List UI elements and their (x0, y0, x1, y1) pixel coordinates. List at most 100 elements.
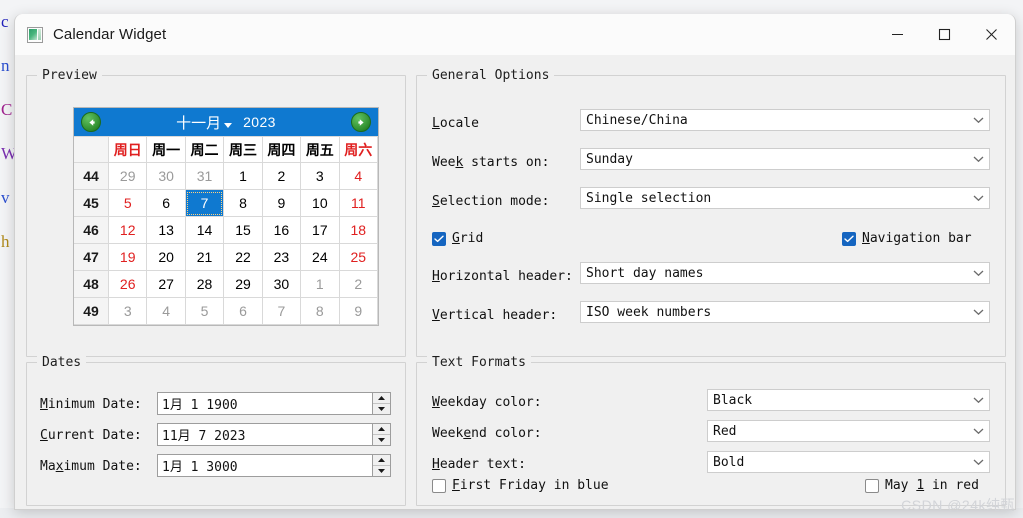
current-date-stepper[interactable] (372, 423, 391, 446)
selection-mode-dropdown[interactable]: Single selection (580, 187, 990, 209)
close-button[interactable] (968, 14, 1015, 55)
calendar-day-cell[interactable]: 1 (223, 162, 263, 190)
calendar-day-cell[interactable]: 16 (261, 216, 302, 244)
next-month-button[interactable] (351, 112, 371, 132)
maximum-date-spinbox[interactable]: 1月 1 3000 (157, 454, 391, 477)
calendar-day-cell[interactable]: 6 (146, 189, 186, 217)
calendar-day-cell[interactable]: 15 (223, 216, 263, 244)
current-date-step-down[interactable] (373, 435, 390, 445)
calendar-month-label[interactable]: 十一月 (176, 112, 221, 133)
calendar-day-cell[interactable]: 5 (184, 297, 225, 325)
caret-up-icon (378, 396, 385, 400)
calendar-day-cell[interactable]: 9 (338, 297, 379, 325)
calendar-day-cell[interactable]: 22 (223, 243, 263, 271)
calendar-day-cell[interactable]: 9 (261, 189, 302, 217)
calendar-day-cell[interactable]: 27 (146, 270, 186, 298)
minimum-date-value[interactable]: 1月 1 1900 (157, 392, 372, 415)
grid-checkbox[interactable]: Grid (432, 231, 483, 246)
calendar-week-row: 49 3 4 5 6 7 8 9 (74, 297, 379, 325)
maximum-date-step-down[interactable] (373, 466, 390, 476)
calendar-day-cell[interactable]: 4 (146, 297, 186, 325)
calendar-day-cell[interactable]: 30 (261, 270, 302, 298)
calendar-day-cell[interactable]: 14 (184, 216, 225, 244)
weekend-color-dropdown[interactable]: Red (707, 420, 990, 442)
calendar-day-cell[interactable]: 23 (261, 243, 302, 271)
general-options-group-title: General Options (427, 67, 555, 84)
caret-up-icon (378, 458, 385, 462)
header-text-dropdown[interactable]: Bold (707, 451, 990, 473)
calendar-day-cell[interactable]: 11 (338, 189, 379, 217)
calendar-day-cell[interactable]: 5 (107, 189, 148, 217)
current-date-step-up[interactable] (373, 424, 390, 435)
calendar-day-cell[interactable]: 31 (184, 162, 225, 190)
calendar-day-cell[interactable]: 8 (223, 189, 263, 217)
locale-dropdown[interactable]: Chinese/China (580, 109, 990, 131)
maximize-button[interactable] (921, 14, 968, 55)
calendar-day-cell[interactable]: 3 (107, 297, 148, 325)
current-date-value[interactable]: 11月 7 2023 (157, 423, 372, 446)
checkbox-checked-icon (432, 231, 446, 246)
calendar-day-cell[interactable]: 28 (184, 270, 225, 298)
title-bar[interactable]: Calendar Widget (15, 14, 1015, 56)
calendar-widget-window: Calendar Widget Preview 十一月 2023 周日 周一 周… (14, 14, 1016, 510)
calendar-day-cell[interactable]: 29 (223, 270, 263, 298)
first-friday-checkbox[interactable]: First Friday in blue (432, 478, 609, 493)
calendar-day-cell[interactable]: 20 (146, 243, 186, 271)
week-number-cell[interactable]: 45 (74, 189, 109, 217)
maximum-date-value[interactable]: 1月 1 3000 (157, 454, 372, 477)
calendar-preview[interactable]: 十一月 2023 周日 周一 周二 周三 周四 周五 周六 44 29 30 31 1 2 3 4 45 5 6… (73, 107, 379, 326)
calendar-day-cell[interactable]: 13 (146, 216, 186, 244)
maximum-date-step-up[interactable] (373, 455, 390, 466)
navigation-bar-checkbox[interactable]: Navigation bar (842, 231, 972, 246)
calendar-day-cell[interactable]: 24 (300, 243, 340, 271)
calendar-day-cell[interactable]: 2 (338, 270, 379, 298)
calendar-day-cell[interactable]: 18 (338, 216, 379, 244)
minimum-date-spinbox[interactable]: 1月 1 1900 (157, 392, 391, 415)
calendar-day-cell[interactable]: 17 (300, 216, 340, 244)
maximum-date-stepper[interactable] (372, 454, 391, 477)
current-date-spinbox[interactable]: 11月 7 2023 (157, 423, 391, 446)
calendar-day-cell[interactable]: 7 (261, 297, 302, 325)
week-number-cell[interactable]: 47 (74, 243, 109, 271)
chevron-down-icon (967, 427, 989, 435)
vertical-header-dropdown[interactable]: ISO week numbers (580, 301, 990, 323)
calendar-day-cell[interactable]: 25 (338, 243, 379, 271)
week-number-cell[interactable]: 48 (74, 270, 109, 298)
calendar-day-cell[interactable]: 26 (107, 270, 148, 298)
calendar-month-year: 十一月 2023 (176, 112, 276, 133)
chevron-down-icon (967, 396, 989, 404)
minimum-date-step-up[interactable] (373, 393, 390, 404)
calendar-day-cell[interactable]: 30 (146, 162, 186, 190)
horizontal-header-dropdown[interactable]: Short day names (580, 262, 990, 284)
chevron-down-icon[interactable] (224, 123, 233, 128)
calendar-day-header: 周日 (107, 136, 148, 163)
calendar-day-cell[interactable]: 3 (300, 162, 340, 190)
calendar-day-cell[interactable]: 4 (338, 162, 379, 190)
calendar-year-label[interactable]: 2023 (243, 114, 276, 130)
may-first-checkbox[interactable]: May 1 in red (865, 478, 979, 493)
week-number-cell[interactable]: 46 (74, 216, 109, 244)
minimum-date-step-down[interactable] (373, 404, 390, 414)
previous-month-button[interactable] (81, 112, 101, 132)
calendar-day-cell[interactable]: 2 (261, 162, 302, 190)
week-number-cell[interactable]: 49 (74, 297, 109, 325)
calendar-day-cell[interactable]: 6 (223, 297, 263, 325)
calendar-day-cell[interactable]: 21 (184, 243, 225, 271)
checkbox-unchecked-icon (865, 478, 879, 493)
week-starts-on-dropdown[interactable]: Sunday (580, 148, 990, 170)
weekday-color-dropdown[interactable]: Black (707, 389, 990, 411)
calendar-day-cell[interactable]: 29 (107, 162, 148, 190)
calendar-grid[interactable]: 周日 周一 周二 周三 周四 周五 周六 44 29 30 31 1 2 3 4 45 5 6 7 8 9 10 11 46… (74, 136, 379, 325)
calendar-day-cell[interactable]: 1 (300, 270, 340, 298)
calendar-day-cell[interactable]: 19 (107, 243, 148, 271)
calendar-day-header: 周四 (261, 136, 302, 163)
minimize-button[interactable] (874, 14, 921, 55)
minimum-date-stepper[interactable] (372, 392, 391, 415)
week-number-cell[interactable]: 44 (74, 162, 109, 190)
calendar-day-cell[interactable]: 10 (300, 189, 340, 217)
preview-group-title: Preview (37, 67, 102, 84)
chevron-down-icon (967, 194, 989, 202)
calendar-day-cell[interactable]: 8 (300, 297, 340, 325)
calendar-day-cell[interactable]: 12 (107, 216, 148, 244)
calendar-day-cell-selected[interactable]: 7 (184, 189, 225, 217)
